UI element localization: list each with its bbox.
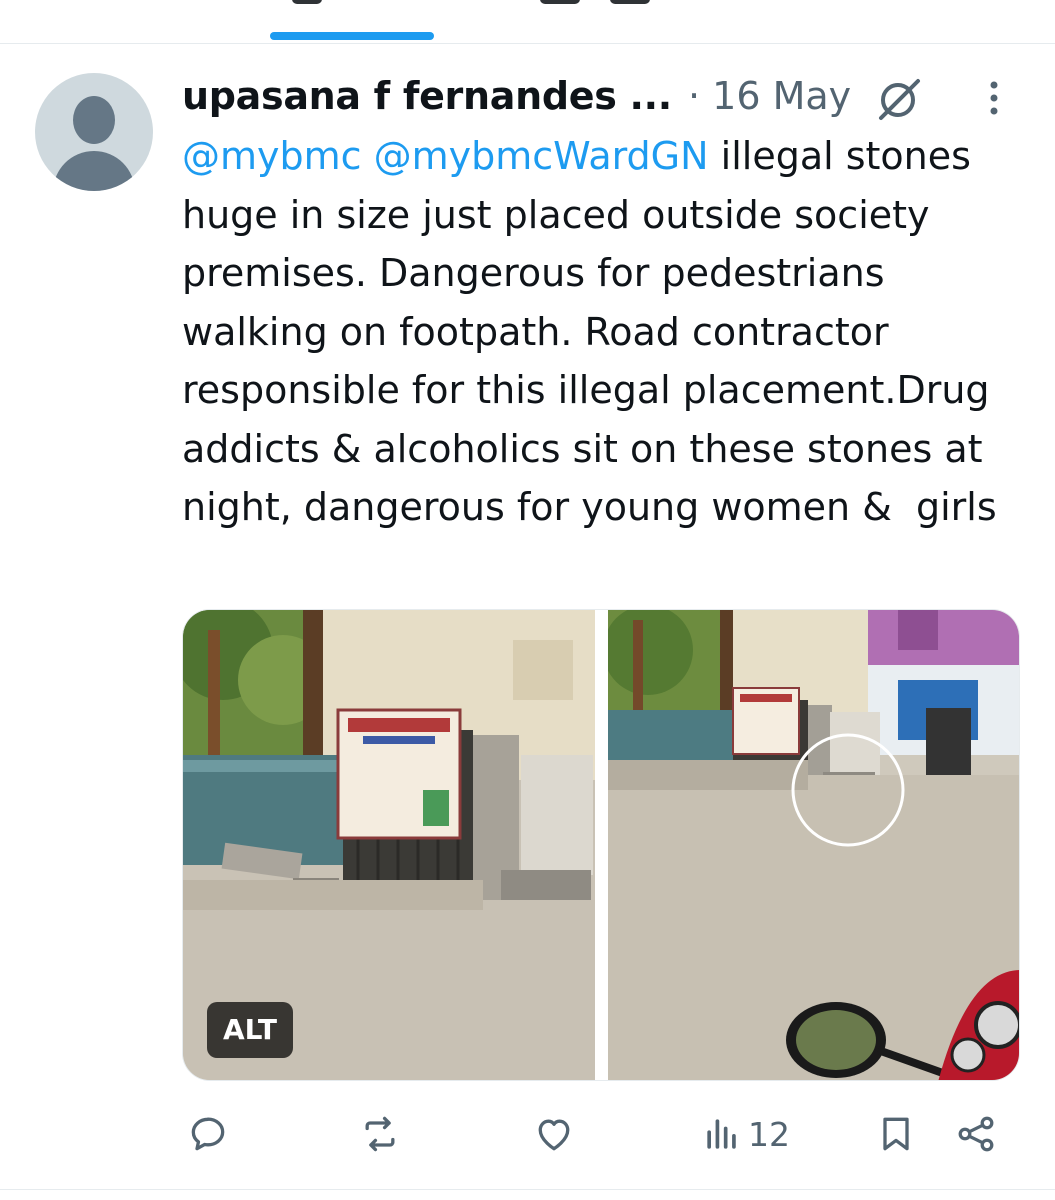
media-grid: ALT bbox=[182, 609, 1020, 1081]
reply-button[interactable] bbox=[186, 1104, 230, 1164]
tweet-photo-2[interactable] bbox=[608, 610, 1019, 1080]
like-button[interactable] bbox=[532, 1104, 576, 1164]
more-options-icon[interactable] bbox=[982, 78, 1006, 118]
views-icon bbox=[707, 1119, 736, 1149]
tweet-text: @mybmc @mybmcWardGN illegal stones huge … bbox=[182, 127, 1032, 537]
tab-label-fragment bbox=[540, 0, 580, 4]
repost-icon bbox=[365, 1116, 395, 1152]
avatar-placeholder-head bbox=[73, 96, 115, 144]
like-icon bbox=[538, 1119, 570, 1151]
mention-link[interactable]: @mybmcWardGN bbox=[374, 134, 709, 178]
alt-text-badge[interactable]: ALT bbox=[207, 1002, 293, 1058]
tweet-header: upasana f fernandes ... · 16 May bbox=[182, 70, 1042, 122]
tweet-photo-1[interactable]: ALT bbox=[183, 610, 595, 1080]
share-button[interactable] bbox=[954, 1104, 998, 1164]
author-name[interactable]: upasana f fernandes ... bbox=[182, 70, 672, 122]
tab-label-fragment bbox=[292, 0, 322, 4]
tweet-action-bar: 12 bbox=[182, 1104, 1022, 1164]
top-nav-bar bbox=[0, 0, 1055, 44]
bookmark-button[interactable] bbox=[874, 1104, 918, 1164]
views-button[interactable]: 12 bbox=[700, 1104, 790, 1164]
reply-icon bbox=[191, 1117, 225, 1151]
avatar[interactable] bbox=[35, 73, 153, 191]
repost-button[interactable] bbox=[358, 1104, 402, 1164]
divider bbox=[0, 43, 1055, 44]
avatar-placeholder-body bbox=[53, 151, 135, 191]
active-tab-indicator bbox=[270, 32, 434, 40]
divider bbox=[0, 1189, 1055, 1190]
views-count: 12 bbox=[748, 1114, 790, 1154]
share-icon bbox=[958, 1116, 994, 1152]
tweet-date[interactable]: · 16 May bbox=[688, 70, 851, 122]
tab-label-fragment bbox=[610, 0, 650, 4]
grok-icon[interactable] bbox=[876, 76, 922, 122]
mention-link[interactable]: @mybmc bbox=[182, 134, 362, 178]
bookmark-icon bbox=[883, 1117, 909, 1151]
tweet-body: illegal stones huge in size just placed … bbox=[182, 134, 1002, 529]
